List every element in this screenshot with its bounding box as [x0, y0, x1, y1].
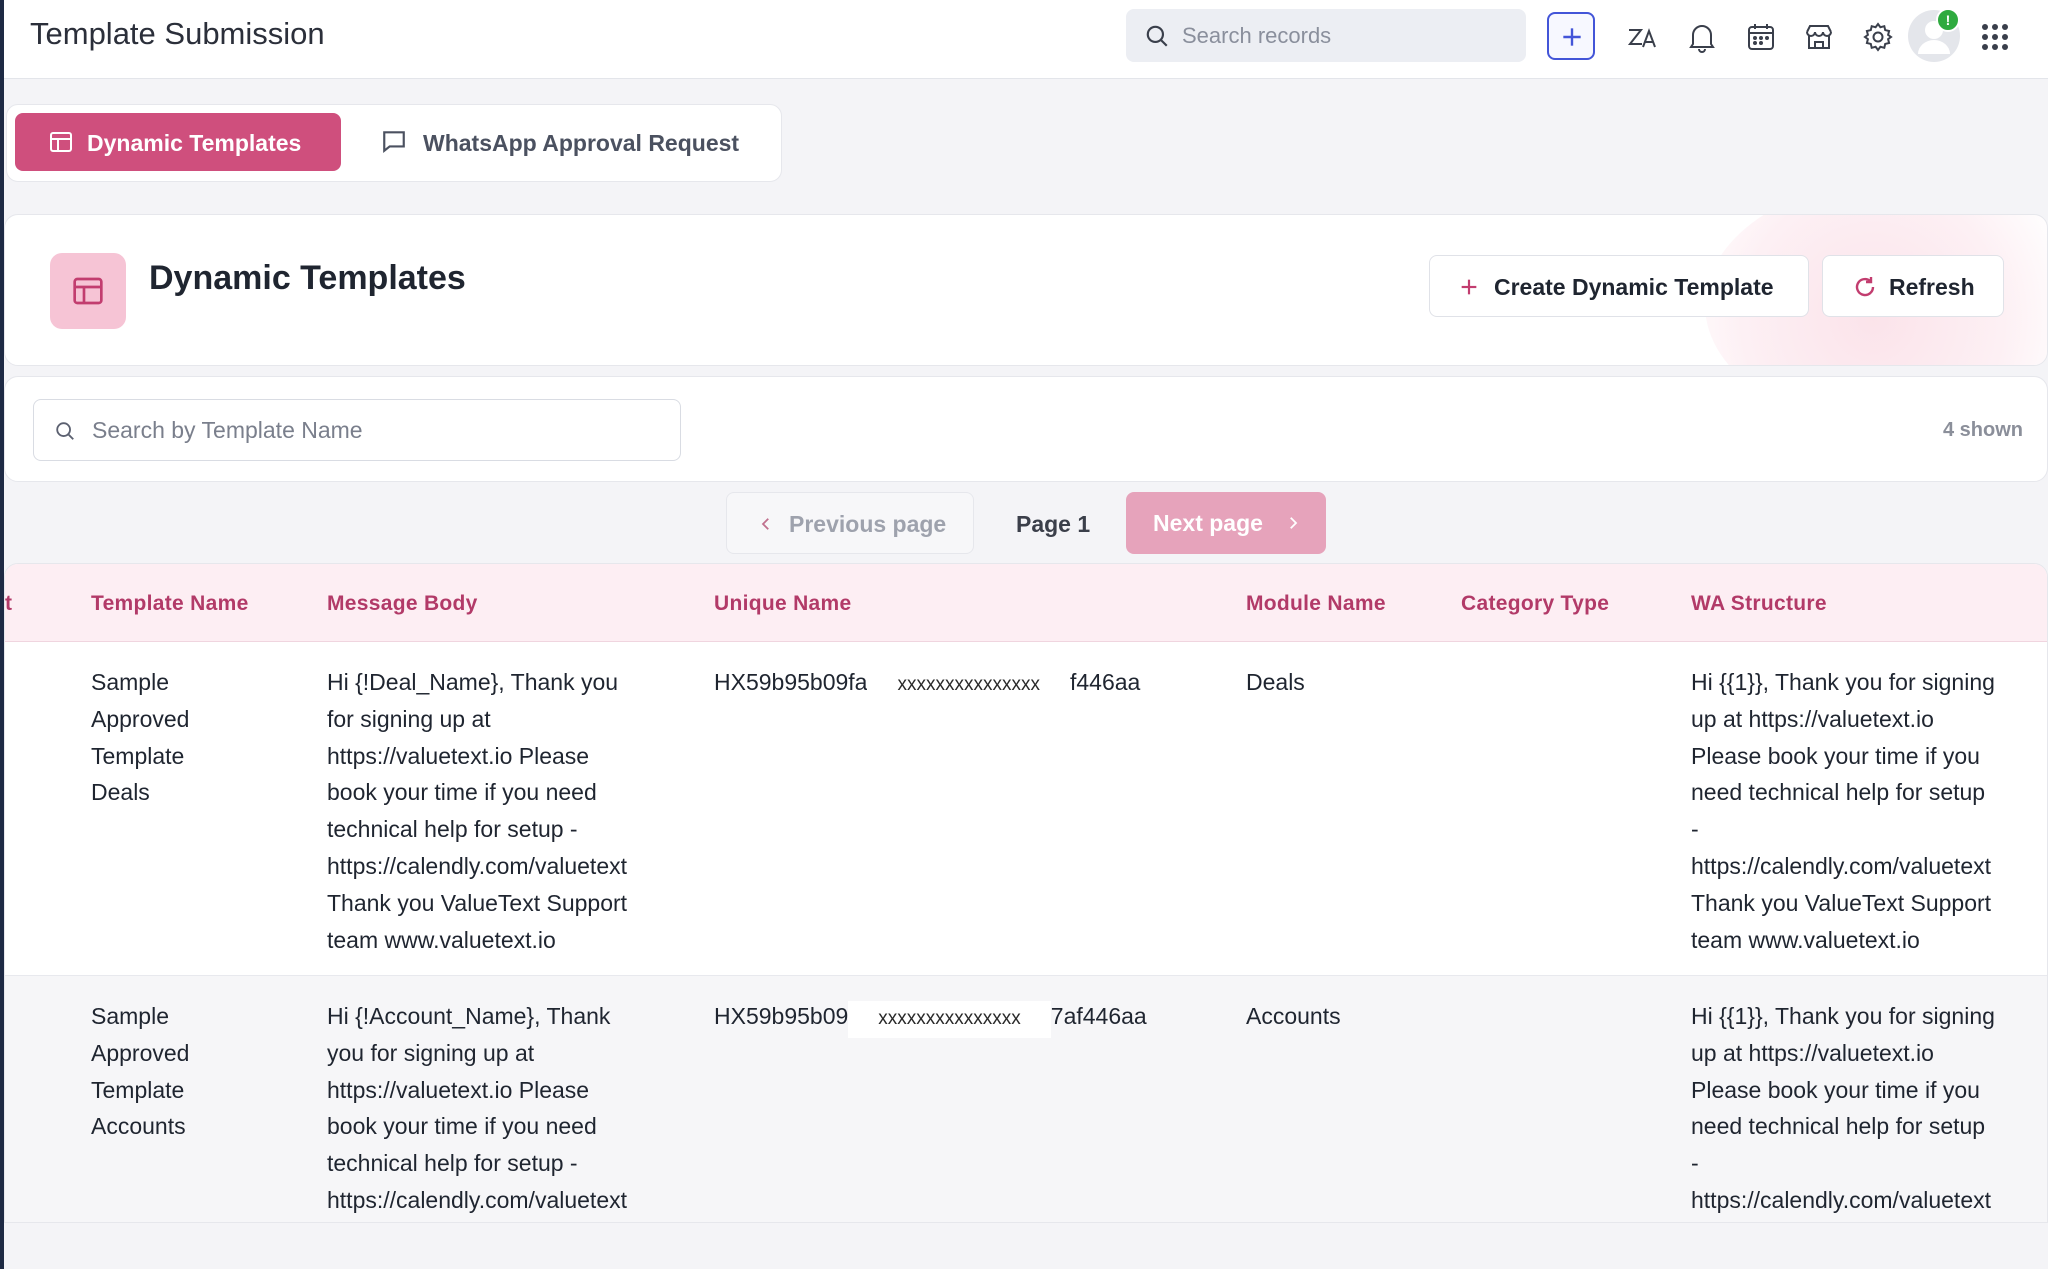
- unique-name-suffix: f446aa: [1069, 669, 1141, 695]
- table-icon: [73, 277, 103, 305]
- gear-icon[interactable]: [1861, 20, 1895, 54]
- template-search-input[interactable]: [92, 414, 652, 446]
- module-name-cell: Accounts: [1246, 1003, 1341, 1029]
- tab-dynamic-templates[interactable]: Dynamic Templates: [15, 113, 341, 171]
- chevron-right-icon: [1290, 517, 1298, 529]
- shown-count: 4 shown: [1942, 419, 2023, 441]
- current-page-indicator: Page 1: [1016, 511, 1091, 537]
- app-title: Template Submission: [30, 16, 325, 51]
- column-header-wa-structure[interactable]: WA Structure: [1691, 592, 1827, 616]
- create-dynamic-template-button[interactable]: Create Dynamic Template: [1429, 255, 1809, 317]
- plus-icon: [1563, 28, 1581, 46]
- template-name-cell: Sample Approved Template Deals: [91, 669, 190, 806]
- message-body-cell: Hi {!Account_Name}, Thank you for signin…: [327, 1003, 627, 1213]
- header-icon-tile: [50, 253, 126, 329]
- add-button[interactable]: [1547, 12, 1595, 60]
- search-icon: [56, 422, 74, 440]
- message-body-cell: Hi {!Deal_Name}, Thank you for signing u…: [327, 669, 628, 953]
- template-search-box[interactable]: [33, 399, 681, 461]
- tab-label: WhatsApp Approval Request: [423, 130, 740, 156]
- next-page-button[interactable]: Next page: [1126, 492, 1326, 554]
- template-name-cell: Sample Approved Template Accounts: [91, 1003, 190, 1140]
- page-title: Dynamic Templates: [149, 259, 466, 297]
- bell-icon[interactable]: [1685, 20, 1719, 54]
- table-icon: [50, 132, 72, 152]
- next-page-label: Next page: [1153, 510, 1263, 536]
- refresh-button-label: Refresh: [1889, 274, 1975, 300]
- calendar-icon[interactable]: [1744, 20, 1778, 54]
- templates-table: t Template Name Message Body Unique Name…: [4, 563, 2048, 1223]
- column-header-module-name[interactable]: Module Name: [1246, 592, 1386, 616]
- tab-whatsapp-approval-request[interactable]: WhatsApp Approval Request: [377, 113, 777, 171]
- global-search-box[interactable]: Search records: [1126, 9, 1526, 62]
- wa-structure-cell: Hi {{1}}, Thank you for signing up at ht…: [1691, 1003, 1995, 1213]
- search-icon: [1146, 25, 1168, 47]
- top-bar: Template Submission Search records !: [4, 0, 2048, 79]
- global-search-placeholder[interactable]: Search records: [1182, 23, 1331, 49]
- unique-name-redaction: xxxxxxxxxxxxxxx: [848, 1001, 1051, 1038]
- grid-apps-icon[interactable]: [1978, 20, 2012, 54]
- tab-label: Dynamic Templates: [87, 130, 302, 156]
- module-name-cell: Deals: [1246, 669, 1305, 695]
- create-button-label: Create Dynamic Template: [1494, 274, 1774, 300]
- chat-bubble-icon: [383, 131, 405, 154]
- column-header-clipped: t: [5, 592, 12, 615]
- previous-page-button[interactable]: Previous page: [726, 492, 974, 554]
- unique-name-prefix: HX59b95b09fa: [714, 669, 868, 695]
- unique-name-cell: HX59b95b09fa xxxxxxxxxxxxxxx f446aa: [714, 664, 1184, 704]
- notification-badge: !: [1936, 8, 1960, 32]
- column-header-message-body[interactable]: Message Body: [327, 592, 478, 616]
- column-header-unique-name[interactable]: Unique Name: [714, 592, 852, 616]
- page-header-card: Dynamic Templates Create Dynamic Templat…: [4, 214, 2048, 366]
- unique-name-redaction: xxxxxxxxxxxxxxx: [867, 667, 1070, 704]
- column-header-template-name[interactable]: Template Name: [91, 592, 249, 616]
- filter-card: 4 shown: [4, 376, 2048, 482]
- refresh-icon: [1855, 277, 1875, 297]
- plus-icon: [1461, 279, 1477, 295]
- tab-bar: Dynamic Templates WhatsApp Approval Requ…: [6, 104, 782, 182]
- wa-structure-cell: Hi {{1}}, Thank you for signing up at ht…: [1691, 669, 1995, 953]
- translate-icon[interactable]: [1626, 20, 1660, 54]
- table-row[interactable]: Sample Approved Template Accounts Hi {!A…: [5, 976, 2047, 1222]
- refresh-button[interactable]: Refresh: [1822, 255, 2004, 317]
- unique-name-suffix: 7af446aa: [1050, 1003, 1147, 1029]
- table-header-row: t Template Name Message Body Unique Name…: [5, 564, 2047, 642]
- previous-page-label: Previous page: [789, 511, 947, 537]
- unique-name-cell: HX59b95b09 xxxxxxxxxxxxxxx 7af446aa: [714, 998, 1184, 1038]
- unique-name-prefix: HX59b95b09: [714, 1003, 849, 1029]
- store-icon[interactable]: [1802, 20, 1836, 54]
- table-row[interactable]: Sample Approved Template Deals Hi {!Deal…: [5, 642, 2047, 976]
- column-header-category-type[interactable]: Category Type: [1461, 592, 1609, 616]
- chevron-left-icon: [761, 518, 769, 530]
